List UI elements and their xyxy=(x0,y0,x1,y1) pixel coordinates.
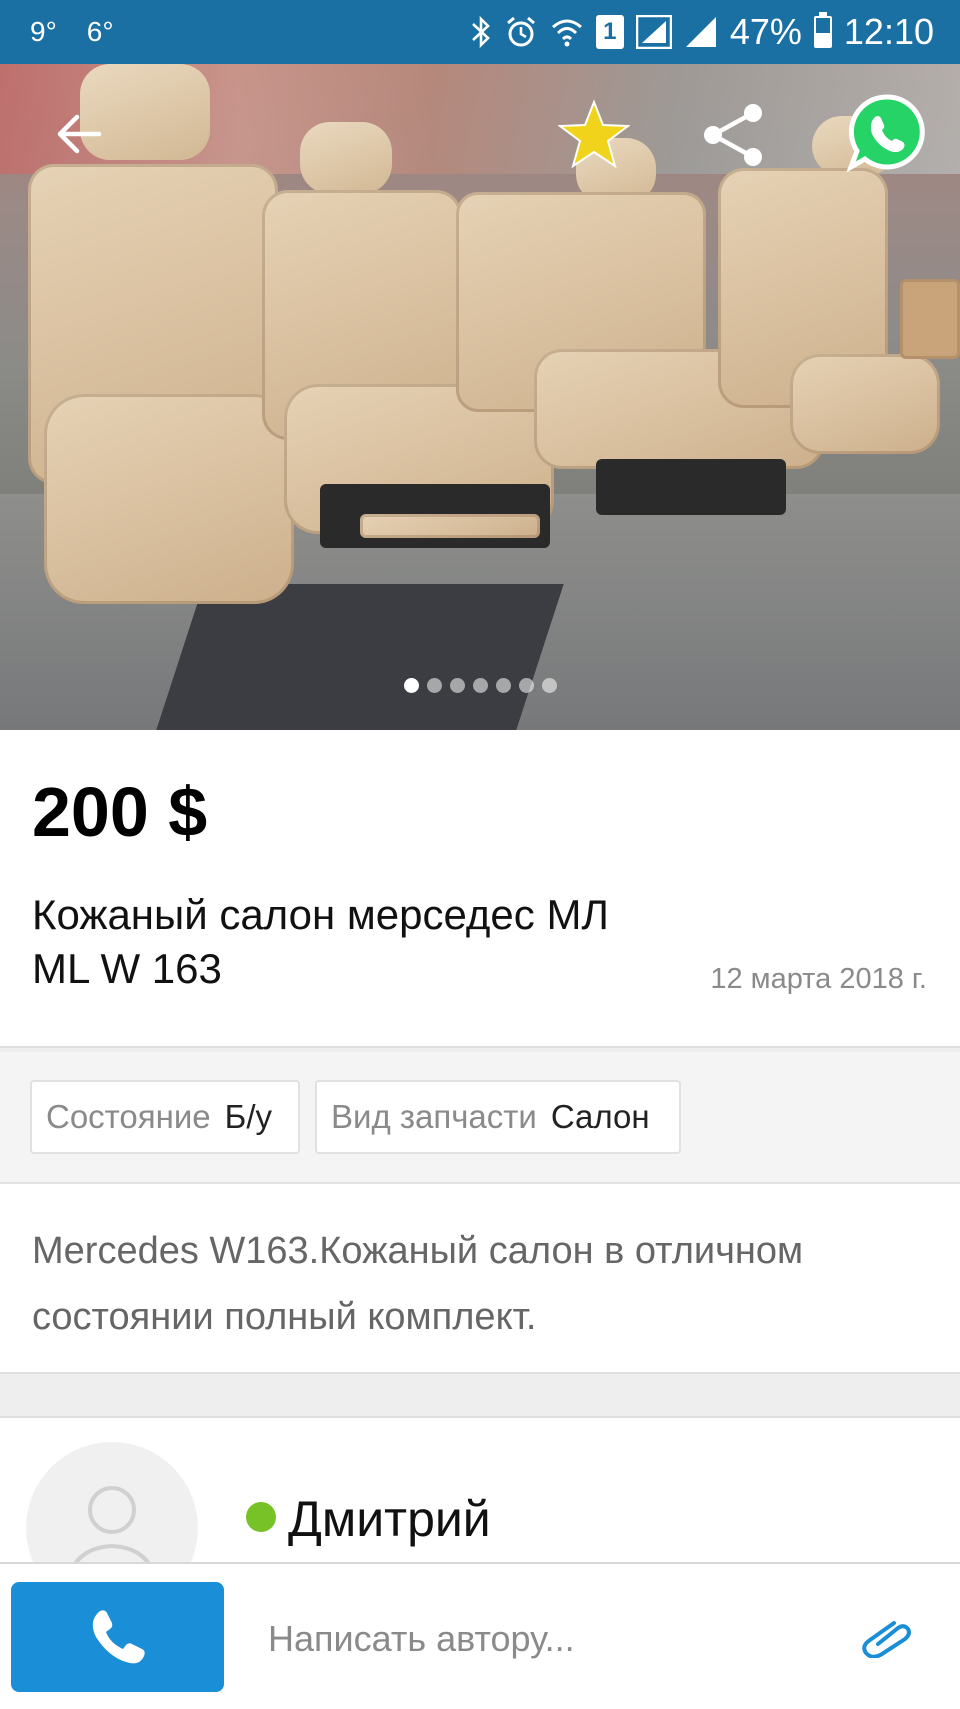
sim-icon: 1 xyxy=(595,15,624,49)
pagination-dot[interactable] xyxy=(541,678,557,693)
signal-icon xyxy=(684,15,718,49)
section-divider xyxy=(0,1372,960,1418)
photo-box xyxy=(900,279,960,359)
paperclip-icon[interactable] xyxy=(858,1614,914,1658)
seller-name[interactable]: Дмитрий xyxy=(288,1490,491,1548)
gallery-pagination xyxy=(0,678,960,693)
share-icon xyxy=(704,104,762,166)
param-value: Салон xyxy=(550,1098,650,1135)
ad-price: 200 $ xyxy=(32,773,208,851)
bluetooth-icon xyxy=(470,15,492,49)
pagination-dot[interactable] xyxy=(449,678,465,693)
photo-seat-cushion xyxy=(790,354,940,454)
favorite-star-icon xyxy=(558,99,630,169)
photo-gallery[interactable] xyxy=(0,64,960,730)
battery-level xyxy=(815,32,830,46)
battery-icon xyxy=(813,12,832,48)
wifi-icon xyxy=(550,15,584,49)
back-arrow-icon xyxy=(57,114,102,154)
back-button[interactable] xyxy=(44,104,114,164)
alarm-icon xyxy=(504,15,538,49)
online-status-indicator xyxy=(246,1502,276,1532)
photo-handle xyxy=(360,514,540,538)
ad-description: Mercedes W163.Кожаный салон в отличном с… xyxy=(32,1230,804,1338)
whatsapp-button[interactable] xyxy=(842,88,932,178)
clock: 12:10 xyxy=(843,11,934,52)
param-chip-part-type: Вид запчасти Салон xyxy=(315,1080,681,1154)
photo-rail xyxy=(596,459,786,515)
ad-title: Кожаный салон мерседес МЛ ML W 163 xyxy=(32,891,609,992)
pagination-dot[interactable] xyxy=(472,678,488,693)
ad-parameters: Состояние Б/у Вид запчасти Салон xyxy=(0,1052,960,1184)
whatsapp-icon xyxy=(846,94,925,173)
param-chip-condition: Состояние Б/у xyxy=(30,1080,300,1154)
favorite-button[interactable] xyxy=(556,96,632,172)
photo-seat-cushion xyxy=(44,394,294,604)
message-input[interactable] xyxy=(266,1598,810,1680)
phone-icon xyxy=(92,1610,145,1664)
pagination-dot[interactable] xyxy=(518,678,534,693)
photo-mat xyxy=(156,584,564,730)
param-key: Состояние xyxy=(46,1098,211,1135)
call-button[interactable] xyxy=(11,1582,224,1692)
pagination-dot[interactable] xyxy=(403,678,419,693)
contact-bar xyxy=(0,1562,960,1709)
pagination-dot[interactable] xyxy=(426,678,442,693)
weather-temp-1: 9° xyxy=(30,16,57,47)
param-key: Вид запчасти xyxy=(331,1098,537,1135)
battery-percent: 47% xyxy=(729,11,802,52)
weather-temp-2: 6° xyxy=(86,16,114,47)
signal-icon xyxy=(635,15,672,49)
pagination-dot[interactable] xyxy=(495,678,511,693)
photo-headrest xyxy=(300,122,392,194)
status-bar: 9° 6° 1 47% 12:10 xyxy=(0,0,960,64)
param-value: Б/у xyxy=(224,1098,272,1135)
ad-date: 12 марта 2018 г. xyxy=(710,963,927,995)
share-button[interactable] xyxy=(696,98,770,172)
